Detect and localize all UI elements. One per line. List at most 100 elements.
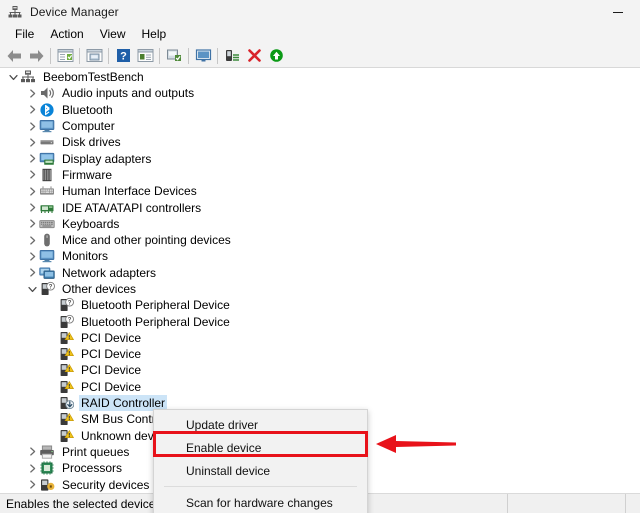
tree-item-other-devices[interactable]: ? Other devices — [0, 281, 640, 297]
chevron-right-icon[interactable] — [25, 444, 39, 460]
tree-item-label: PCI Device — [81, 363, 142, 378]
tree-item-monitors[interactable]: Monitors — [0, 248, 640, 264]
tree-item-label: PCI Device — [81, 379, 142, 394]
tree-item-firmware[interactable]: Firmware — [0, 167, 640, 183]
back-button[interactable] — [3, 45, 25, 67]
chevron-right-icon[interactable] — [25, 265, 39, 281]
minimize-icon — [612, 11, 623, 13]
show-hidden-devices-button[interactable] — [54, 45, 76, 67]
svg-text:?: ? — [49, 285, 53, 291]
chevron-right-icon[interactable] — [25, 216, 39, 232]
svg-text:?: ? — [120, 51, 127, 63]
tree-item-pci-device[interactable]: PCI Device — [0, 330, 640, 346]
chevron-right-icon[interactable] — [25, 85, 39, 101]
disabled-device-icon — [58, 395, 75, 411]
tree-item-label: Print queues — [62, 444, 130, 459]
context-menu-item-label: Uninstall device — [186, 463, 271, 478]
properties-button[interactable] — [83, 45, 105, 67]
tree-item-human-interface-devices[interactable]: Human Interface Devices — [0, 183, 640, 199]
tree-item-label: Disk drives — [62, 135, 121, 150]
tree-item-keyboards[interactable]: Keyboards — [0, 216, 640, 232]
update-driver-button[interactable] — [163, 45, 185, 67]
display-adapter-icon — [39, 151, 55, 167]
chevron-right-icon[interactable] — [25, 232, 39, 248]
tree-item-label: Audio inputs and outputs — [62, 86, 195, 101]
menu-file[interactable]: File — [7, 26, 42, 42]
tree-item-label: Human Interface Devices — [62, 184, 197, 199]
help-button[interactable]: ? — [112, 45, 134, 67]
monitor-icon — [39, 118, 55, 134]
red-arrow-annotation — [376, 432, 456, 456]
bluetooth-icon — [39, 102, 55, 118]
svg-text:?: ? — [68, 317, 72, 323]
chevron-down-icon[interactable] — [6, 69, 20, 85]
tree-item-network-adapters[interactable]: Network adapters — [0, 265, 640, 281]
tree-item-audio-inputs-and-outputs[interactable]: Audio inputs and outputs — [0, 85, 640, 101]
minimize-button[interactable] — [595, 0, 640, 24]
chevron-right-icon[interactable] — [25, 460, 39, 476]
menu-help[interactable]: Help — [134, 26, 175, 42]
chevron-right-icon[interactable] — [25, 183, 39, 199]
speaker-icon — [39, 85, 55, 101]
disk-drive-icon — [39, 134, 55, 150]
uninstall-device-menu-item[interactable]: Uninstall device — [154, 459, 367, 482]
scan-hardware-button[interactable] — [192, 45, 214, 67]
view-devices-button[interactable] — [134, 45, 156, 67]
toolbar-separator-1 — [50, 47, 51, 64]
chevron-right-icon[interactable] — [25, 477, 39, 493]
forward-button[interactable] — [25, 45, 47, 67]
properties-window-icon — [86, 49, 102, 62]
chevron-down-icon[interactable] — [25, 281, 39, 297]
scan-for-hardware-changes-menu-item[interactable]: Scan for hardware changes — [154, 491, 367, 513]
tree-item-label: Processors — [62, 461, 123, 476]
processor-icon — [39, 460, 55, 476]
chevron-right-icon[interactable] — [25, 118, 39, 134]
context-menu[interactable]: Update driver Enable device Uninstall devi… — [153, 409, 368, 513]
svg-text:?: ? — [68, 301, 72, 307]
chevron-right-icon[interactable] — [25, 248, 39, 264]
disable-device-button[interactable] — [243, 45, 265, 67]
tree-item-bluetooth-peripheral-device[interactable]: ? Bluetooth Peripheral Device — [0, 313, 640, 329]
menu-view[interactable]: View — [92, 26, 134, 42]
menu-action[interactable]: Action — [42, 26, 91, 42]
tree-item-label: Monitors — [62, 249, 109, 264]
tree-item-display-adapters[interactable]: Display adapters — [0, 150, 640, 166]
context-menu-item-label: Update driver — [186, 417, 259, 432]
tree-item-label: Network adapters — [62, 265, 157, 280]
tree-item-label: BeebomTestBench — [43, 70, 144, 85]
tree-item-beebomtestbench[interactable]: BeebomTestBench — [0, 69, 640, 85]
chevron-right-icon[interactable] — [25, 167, 39, 183]
tree-item-pci-device[interactable]: PCI Device — [0, 346, 640, 362]
chevron-right-icon[interactable] — [25, 151, 39, 167]
chevron-right-icon[interactable] — [25, 200, 39, 216]
unknown-device-icon: ? — [58, 297, 74, 313]
tree-item-pci-device[interactable]: PCI Device — [0, 379, 640, 395]
unknown-device-icon: ? — [39, 281, 55, 297]
tree-item-disk-drives[interactable]: Disk drives — [0, 134, 640, 150]
forward-arrow-icon — [29, 49, 43, 62]
green-circle-up-arrow-icon — [269, 49, 283, 62]
list-panel-icon — [57, 49, 73, 62]
tree-item-bluetooth-peripheral-device[interactable]: ? Bluetooth Peripheral Device — [0, 297, 640, 313]
chevron-right-icon[interactable] — [25, 134, 39, 150]
tree-item-bluetooth[interactable]: Bluetooth — [0, 102, 640, 118]
update-driver-menu-item[interactable]: Update driver — [154, 413, 367, 436]
tree-item-mice-and-other-pointing-devices[interactable]: Mice and other pointing devices — [0, 232, 640, 248]
enable-device-menu-item[interactable]: Enable device — [154, 436, 367, 459]
tree-item-computer[interactable]: Computer — [0, 118, 640, 134]
red-x-icon — [247, 49, 261, 62]
tree-item-label: Mice and other pointing devices — [62, 233, 231, 248]
toolbar-separator-4 — [159, 47, 160, 64]
enable-device-toolbar-button[interactable] — [221, 45, 243, 67]
tree-item-ide-ata-atapi-controllers[interactable]: IDE ATA/ATAPI controllers — [0, 199, 640, 215]
chevron-right-icon[interactable] — [25, 102, 39, 118]
scan-for-changes-button[interactable] — [265, 45, 287, 67]
network-adapter-icon — [39, 265, 55, 281]
toolbar-separator-5 — [188, 47, 189, 64]
tree-item-label: Display adapters — [62, 151, 152, 166]
tree-item-pci-device[interactable]: PCI Device — [0, 362, 640, 378]
tree-item-label: Bluetooth — [62, 102, 113, 117]
